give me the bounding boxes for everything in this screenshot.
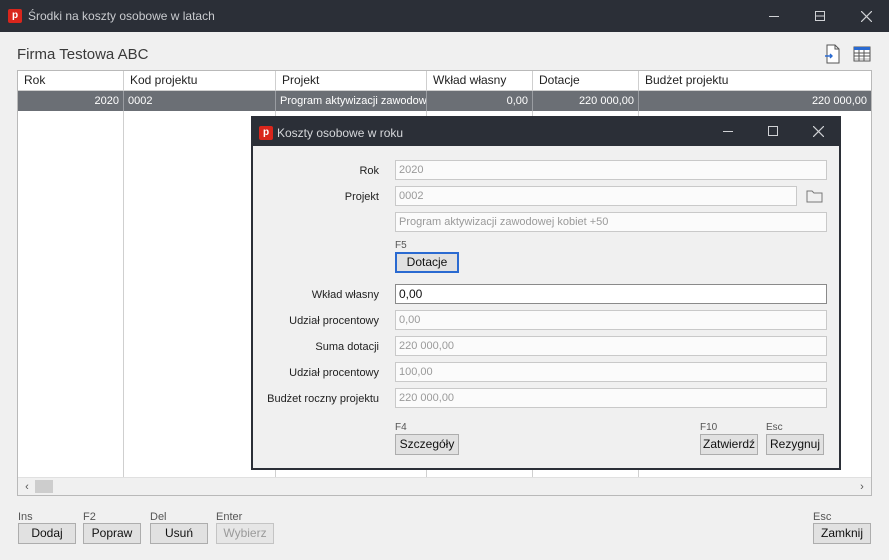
column-header-kod[interactable]: Kod projektu <box>124 71 276 91</box>
folder-icon[interactable] <box>806 188 824 204</box>
close-button[interactable]: Zamknij <box>813 523 871 544</box>
cell-kod: 0002 <box>124 91 276 111</box>
delete-button[interactable]: Usuń <box>150 523 208 544</box>
cell-rok: 2020 <box>18 91 124 111</box>
edit-button[interactable]: Popraw <box>83 523 141 544</box>
column-header-dotacje[interactable]: Dotacje <box>533 71 639 91</box>
budzet-label: Budżet roczny projektu <box>267 393 379 405</box>
dialog-logo: p <box>259 126 273 140</box>
column-header-budzet[interactable]: Budżet projektu <box>639 71 871 91</box>
select-shortcut: Enter <box>216 511 243 523</box>
delete-shortcut: Del <box>150 511 167 523</box>
window-close-button[interactable] <box>843 0 889 32</box>
scroll-right-icon[interactable]: › <box>855 480 869 494</box>
table-icon[interactable] <box>853 44 871 64</box>
budzet-field[interactable]: 220 000,00 <box>395 388 827 408</box>
scroll-left-icon[interactable]: ‹ <box>20 480 34 494</box>
dialog-title: Koszty osobowe w roku <box>277 126 404 140</box>
udzial2-label: Udział procentowy <box>289 367 379 379</box>
rok-field[interactable]: 2020 <box>395 160 827 180</box>
dotacje-shortcut: F5 <box>395 240 407 251</box>
minimize-icon <box>769 16 779 17</box>
app-logo: p <box>8 9 22 23</box>
add-shortcut: Ins <box>18 511 33 523</box>
wklad-input[interactable]: 0,00 <box>395 284 827 304</box>
column-header-projekt[interactable]: Projekt <box>276 71 427 91</box>
cancel-shortcut: Esc <box>766 422 783 433</box>
horizontal-scrollbar[interactable]: ‹ › <box>18 477 871 495</box>
confirm-shortcut: F10 <box>700 422 718 433</box>
window-maximize-button[interactable] <box>797 0 843 32</box>
udzial1-field[interactable]: 0,00 <box>395 310 827 330</box>
window-title: Środki na koszty osobowe w latach <box>28 9 215 23</box>
projekt-name-field[interactable]: Program aktywizacji zawodowej kobiet +50 <box>395 212 827 232</box>
export-icon[interactable] <box>824 44 842 64</box>
column-header-rok[interactable]: Rok <box>18 71 124 91</box>
cell-projekt: Program aktywizacji zawodowej kobiet +50 <box>276 91 427 111</box>
maximize-icon <box>768 126 778 136</box>
details-button[interactable]: Szczegóły <box>395 434 459 455</box>
details-shortcut: F4 <box>395 422 407 433</box>
cancel-button[interactable]: Rezygnuj <box>766 434 824 455</box>
close-icon <box>812 125 824 137</box>
table-row[interactable]: 2020 0002 Program aktywizacji zawodowej … <box>18 91 871 111</box>
suma-label: Suma dotacji <box>315 341 379 353</box>
udzial2-field[interactable]: 100,00 <box>395 362 827 382</box>
grid-header: Rok Kod projektu Projekt Wkład własny Do… <box>18 71 871 91</box>
cell-dotacje: 220 000,00 <box>533 91 639 111</box>
suma-field[interactable]: 220 000,00 <box>395 336 827 356</box>
udzial1-label: Udział procentowy <box>289 315 379 327</box>
close-icon <box>860 10 872 22</box>
rok-label: Rok <box>359 165 379 177</box>
dialog-koszty-osobowe: p Koszty osobowe w roku Rok 2020 Projekt… <box>251 116 841 470</box>
close-shortcut: Esc <box>813 511 832 523</box>
company-name: Firma Testowa ABC <box>17 46 149 63</box>
add-button[interactable]: Dodaj <box>18 523 76 544</box>
projekt-code-field[interactable]: 0002 <box>395 186 797 206</box>
dialog-minimize-button[interactable] <box>705 118 751 144</box>
dialog-titlebar: p Koszty osobowe w roku <box>253 118 839 146</box>
scrollbar-thumb[interactable] <box>35 480 53 493</box>
column-header-wklad[interactable]: Wkład własny <box>427 71 533 91</box>
edit-shortcut: F2 <box>83 511 96 523</box>
minimize-icon <box>723 131 733 132</box>
cell-budzet: 220 000,00 <box>811 95 867 107</box>
wklad-label: Wkład własny <box>311 289 379 301</box>
column-divider <box>123 111 124 477</box>
dialog-maximize-button[interactable] <box>750 118 796 144</box>
window-minimize-button[interactable] <box>751 0 797 32</box>
maximize-icon <box>815 11 825 21</box>
dotacje-button[interactable]: Dotacje <box>395 252 459 273</box>
confirm-button[interactable]: Zatwierdź <box>700 434 758 455</box>
select-button[interactable]: Wybierz <box>216 523 274 544</box>
projekt-label: Projekt <box>344 191 379 203</box>
dialog-close-button[interactable] <box>795 118 841 144</box>
cell-wklad: 0,00 <box>427 91 533 111</box>
